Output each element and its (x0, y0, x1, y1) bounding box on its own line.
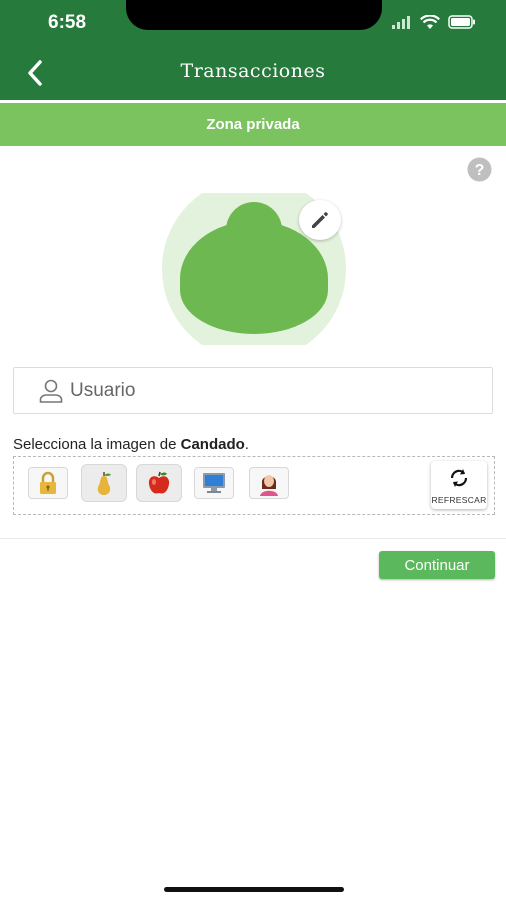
continue-button[interactable]: Continuar (379, 551, 495, 579)
device-notch (126, 0, 382, 30)
private-zone-bar: Zona privada (0, 103, 506, 146)
refresh-label: REFRESCAR (431, 495, 487, 505)
refresh-icon (450, 469, 468, 487)
apple-option[interactable] (136, 464, 182, 502)
page-title: Transacciones (180, 60, 326, 82)
svg-text:?: ? (475, 162, 485, 179)
woman-option[interactable] (249, 467, 289, 499)
help-button[interactable]: ? (467, 157, 492, 182)
pear-image (97, 472, 111, 495)
username-input[interactable] (68, 378, 472, 403)
status-icons (392, 12, 476, 32)
divider (0, 538, 506, 539)
computer-image (203, 473, 225, 493)
refresh-images-button[interactable]: REFRESCAR (431, 461, 487, 509)
image-instruction: Selecciona la imagen de Candado. (13, 436, 249, 453)
signal-icon (392, 16, 410, 29)
padlock-option[interactable] (28, 467, 68, 499)
pencil-icon (312, 212, 328, 228)
app-header: 6:58 Transacciones (0, 0, 506, 100)
wifi-icon (420, 14, 440, 29)
image-selector: REFRESCAR (13, 456, 495, 515)
instruction-suffix: . (244, 436, 249, 453)
pear-option[interactable] (81, 464, 127, 502)
username-field[interactable] (13, 367, 493, 414)
woman-image (260, 475, 278, 496)
instruction-prefix: Selecciona la imagen de (13, 436, 181, 453)
question-circle-icon: ? (467, 157, 492, 182)
status-time: 6:58 (48, 12, 87, 33)
user-icon (39, 379, 63, 403)
padlock-image (40, 471, 56, 494)
computer-option[interactable] (194, 467, 234, 499)
edit-avatar-button[interactable] (299, 200, 341, 240)
battery-icon (448, 15, 475, 29)
apple-image (148, 471, 170, 494)
home-indicator[interactable] (164, 887, 344, 892)
instruction-target: Candado (180, 436, 245, 453)
